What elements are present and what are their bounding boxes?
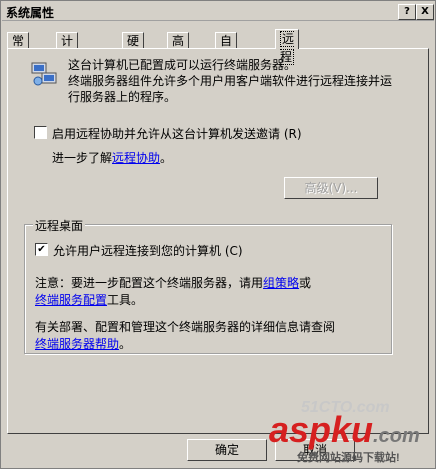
allow-remote-connect-checkbox[interactable]: ✔ [35, 243, 48, 256]
note-mid: 或 [299, 276, 312, 290]
allow-remote-connect-label[interactable]: 允许用户远程连接到您的计算机 (C) [53, 242, 243, 259]
remote-assistance-shortcut: (R) [283, 127, 302, 141]
learn-prefix: 进一步了解 [52, 151, 113, 165]
advanced-button[interactable]: 高级(V)... [284, 177, 378, 199]
terminal-services-config-link[interactable]: 终端服务配置 [35, 293, 107, 307]
note-suffix: 工具。 [107, 293, 144, 307]
tab-hardware[interactable]: 硬件 [122, 32, 145, 64]
remote-assistance-link[interactable]: 远程协助 [112, 151, 160, 165]
title-bar: 系统属性 ? X [2, 2, 434, 21]
remote-computers-icon [31, 62, 57, 86]
learn-suffix: 。 [160, 151, 173, 165]
terminal-server-help-link[interactable]: 终端服务器帮助 [35, 337, 119, 351]
close-button[interactable]: X [416, 4, 434, 20]
tagline-watermark: 免费网站源码下载站! [297, 452, 400, 464]
allow-remote-connect-shortcut: (C) [224, 244, 243, 258]
remote-desktop-group: 远程桌面 ✔ 允许用户远程连接到您的计算机 (C) 注意：要进一步配置这个终端服… [24, 217, 392, 354]
intro-line-3: 行服务器上的程序。 [68, 90, 177, 104]
remote-assistance-text: 启用远程协助并允许从这台计算机发送邀请 [52, 127, 281, 141]
tab-automatic-update[interactable]: 自动更新 [215, 32, 238, 96]
intro-line-2: 终端服务器组件允许多个用户用客户端软件进行远程连接并运 [68, 74, 393, 88]
tab-advanced[interactable]: 高级 [167, 32, 190, 64]
ok-button[interactable]: 确定 [187, 439, 267, 461]
intro-line-1: 这台计算机已配置成可以运行终端服务器。 [68, 58, 297, 72]
system-properties-dialog: 系统属性 ? X 常规 计算机名 硬件 高级 自动更新 远程 这台计算机已配置成… [0, 0, 436, 469]
help-note: 有关部署、配置和管理这个终端服务器的详细信息请查阅 终端服务器帮助。 [35, 319, 335, 353]
more-info-prefix: 有关部署、配置和管理这个终端服务器的详细信息请查阅 [35, 320, 336, 334]
remote-desktop-group-title: 远程桌面 [33, 217, 86, 234]
remote-intro-text: 这台计算机已配置成可以运行终端服务器。 终端服务器组件允许多个用户用客户端软件进… [68, 57, 408, 105]
tab-remote-label: 远程 [280, 31, 295, 65]
learn-more-remote-assistance: 进一步了解远程协助。 [52, 149, 172, 166]
note-prefix: 注意：要进一步配置这个终端服务器，请用 [35, 276, 264, 290]
config-note: 注意：要进一步配置这个终端服务器，请用组策略或 终端服务配置工具。 [35, 275, 311, 309]
tab-computer-name[interactable]: 计算机名 [56, 32, 79, 96]
remote-assistance-label[interactable]: 启用远程协助并允许从这台计算机发送邀请 (R) [52, 125, 302, 142]
brand-name: aspku [269, 409, 374, 450]
brand-watermark: aspku.com [269, 409, 420, 451]
window-title: 系统属性 [6, 6, 55, 20]
remote-assistance-checkbox[interactable] [34, 126, 47, 139]
brand-suffix: .com [373, 425, 420, 447]
group-policy-link[interactable]: 组策略 [263, 276, 299, 290]
more-info-suffix: 。 [119, 337, 132, 351]
help-button[interactable]: ? [398, 4, 416, 20]
tab-general[interactable]: 常规 [7, 32, 30, 64]
remote-tab-panel: 这台计算机已配置成可以运行终端服务器。 终端服务器组件允许多个用户用客户端软件进… [7, 48, 429, 434]
allow-remote-connect-text: 允许用户远程连接到您的计算机 [53, 244, 222, 258]
tab-remote[interactable]: 远程 [275, 29, 300, 65]
